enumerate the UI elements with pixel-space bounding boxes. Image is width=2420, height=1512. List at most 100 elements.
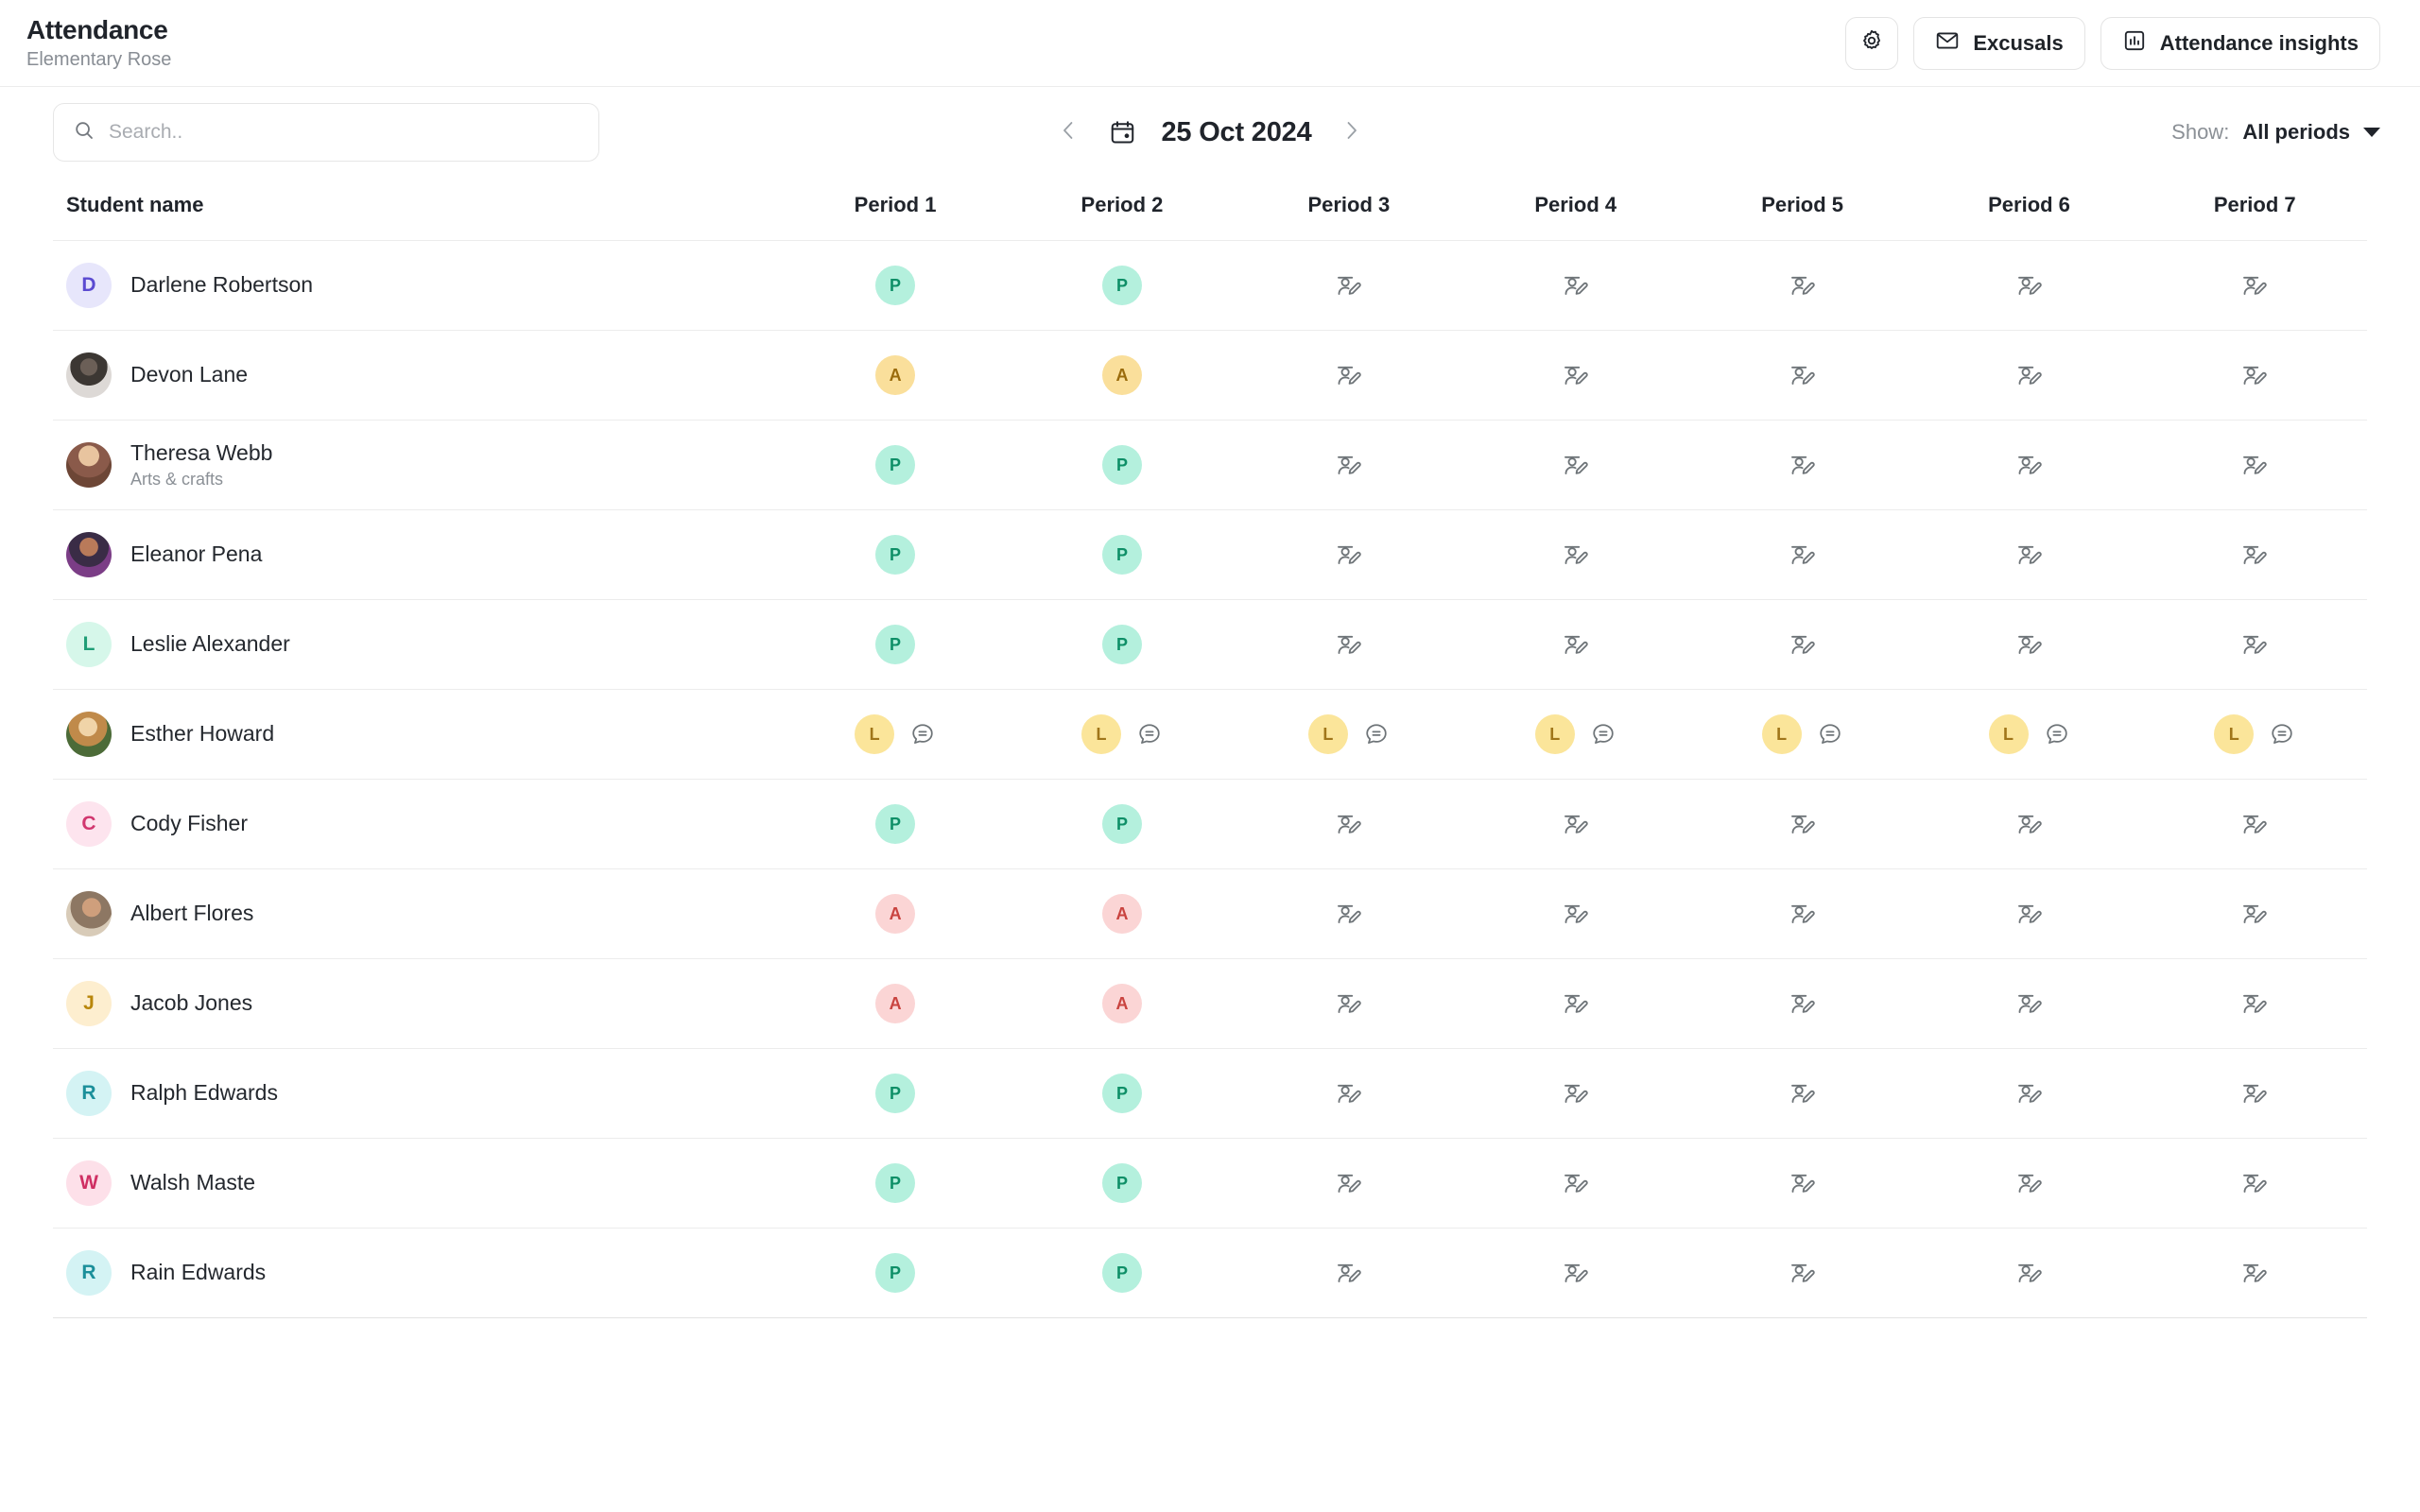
table-row[interactable]: Theresa WebbArts & craftsPP bbox=[53, 421, 2367, 510]
attendance-cell-period-3[interactable]: L bbox=[1236, 690, 1462, 780]
table-row[interactable]: CCody FisherPP bbox=[53, 780, 2367, 869]
attendance-cell-period-2[interactable]: P bbox=[1009, 241, 1236, 331]
student-edit-icon[interactable] bbox=[1335, 451, 1363, 479]
attendance-cell-period-4[interactable] bbox=[1462, 1049, 1689, 1139]
table-row[interactable]: Eleanor PenaPP bbox=[53, 510, 2367, 600]
attendance-cell-period-5[interactable] bbox=[1689, 1139, 1916, 1228]
attendance-cell-period-1[interactable]: P bbox=[782, 1049, 1009, 1139]
student-edit-icon[interactable] bbox=[2240, 900, 2269, 928]
student-edit-icon[interactable] bbox=[1562, 271, 1590, 300]
comment-icon[interactable] bbox=[1817, 721, 1843, 747]
student-edit-icon[interactable] bbox=[1789, 630, 1817, 659]
student-edit-icon[interactable] bbox=[1335, 1259, 1363, 1287]
attendance-cell-period-3[interactable] bbox=[1236, 600, 1462, 690]
student-edit-icon[interactable] bbox=[1789, 451, 1817, 479]
attendance-cell-period-4[interactable] bbox=[1462, 510, 1689, 600]
status-badge[interactable]: P bbox=[875, 1253, 915, 1293]
current-date[interactable]: 25 Oct 2024 bbox=[1161, 117, 1311, 148]
attendance-cell-period-3[interactable] bbox=[1236, 869, 1462, 959]
attendance-cell-period-7[interactable] bbox=[2142, 241, 2367, 331]
attendance-cell-period-6[interactable] bbox=[1916, 1228, 2143, 1318]
status-badge[interactable]: P bbox=[1102, 445, 1142, 485]
student-edit-icon[interactable] bbox=[1789, 1259, 1817, 1287]
comment-icon[interactable] bbox=[2269, 721, 2295, 747]
attendance-cell-period-7[interactable] bbox=[2142, 1139, 2367, 1228]
search-box[interactable] bbox=[53, 103, 599, 162]
attendance-cell-period-6[interactable] bbox=[1916, 600, 2143, 690]
student-cell[interactable]: RRalph Edwards bbox=[53, 1049, 782, 1139]
student-edit-icon[interactable] bbox=[1789, 810, 1817, 838]
student-edit-icon[interactable] bbox=[1789, 541, 1817, 569]
table-row[interactable]: JJacob JonesAA bbox=[53, 959, 2367, 1049]
student-edit-icon[interactable] bbox=[2240, 810, 2269, 838]
student-edit-icon[interactable] bbox=[1562, 361, 1590, 389]
attendance-cell-period-6[interactable]: L bbox=[1916, 690, 2143, 780]
attendance-cell-period-5[interactable] bbox=[1689, 869, 1916, 959]
table-row[interactable]: RRalph EdwardsPP bbox=[53, 1049, 2367, 1139]
student-edit-icon[interactable] bbox=[2015, 810, 2044, 838]
status-badge[interactable]: L bbox=[1308, 714, 1348, 754]
student-edit-icon[interactable] bbox=[1335, 900, 1363, 928]
student-edit-icon[interactable] bbox=[2015, 1169, 2044, 1197]
attendance-cell-period-5[interactable] bbox=[1689, 421, 1916, 510]
student-edit-icon[interactable] bbox=[1562, 1169, 1590, 1197]
period-filter-dropdown[interactable]: Show: All periods bbox=[2171, 120, 2380, 145]
comment-icon[interactable] bbox=[1363, 721, 1390, 747]
status-badge[interactable]: P bbox=[875, 266, 915, 305]
status-badge[interactable]: L bbox=[1762, 714, 1802, 754]
attendance-cell-period-2[interactable]: P bbox=[1009, 780, 1236, 869]
comment-icon[interactable] bbox=[1590, 721, 1616, 747]
table-row[interactable]: Albert FloresAA bbox=[53, 869, 2367, 959]
student-edit-icon[interactable] bbox=[2240, 989, 2269, 1018]
attendance-cell-period-7[interactable] bbox=[2142, 600, 2367, 690]
student-edit-icon[interactable] bbox=[1789, 989, 1817, 1018]
table-row[interactable]: DDarlene RobertsonPP bbox=[53, 241, 2367, 331]
attendance-cell-period-2[interactable]: P bbox=[1009, 510, 1236, 600]
attendance-cell-period-6[interactable] bbox=[1916, 959, 2143, 1049]
attendance-cell-period-1[interactable]: A bbox=[782, 959, 1009, 1049]
comment-icon[interactable] bbox=[2044, 721, 2070, 747]
previous-day-button[interactable] bbox=[1049, 111, 1087, 154]
student-cell[interactable]: RRain Edwards bbox=[53, 1228, 782, 1318]
attendance-cell-period-7[interactable]: L bbox=[2142, 690, 2367, 780]
status-badge[interactable]: P bbox=[1102, 1253, 1142, 1293]
status-badge[interactable]: P bbox=[875, 535, 915, 575]
status-badge[interactable]: P bbox=[1102, 804, 1142, 844]
student-edit-icon[interactable] bbox=[1562, 451, 1590, 479]
attendance-cell-period-7[interactable] bbox=[2142, 780, 2367, 869]
attendance-insights-button[interactable]: Attendance insights bbox=[2100, 17, 2380, 70]
status-badge[interactable]: A bbox=[875, 355, 915, 395]
student-edit-icon[interactable] bbox=[2240, 1169, 2269, 1197]
attendance-cell-period-6[interactable] bbox=[1916, 1049, 2143, 1139]
attendance-cell-period-6[interactable] bbox=[1916, 421, 2143, 510]
status-badge[interactable]: P bbox=[875, 804, 915, 844]
student-edit-icon[interactable] bbox=[2240, 271, 2269, 300]
attendance-cell-period-4[interactable] bbox=[1462, 1139, 1689, 1228]
attendance-cell-period-5[interactable] bbox=[1689, 241, 1916, 331]
attendance-cell-period-1[interactable]: A bbox=[782, 869, 1009, 959]
attendance-cell-period-5[interactable] bbox=[1689, 1228, 1916, 1318]
attendance-cell-period-1[interactable]: P bbox=[782, 1139, 1009, 1228]
student-cell[interactable]: Albert Flores bbox=[53, 869, 782, 959]
status-badge[interactable]: A bbox=[1102, 984, 1142, 1023]
attendance-cell-period-4[interactable]: L bbox=[1462, 690, 1689, 780]
attendance-cell-period-5[interactable] bbox=[1689, 1049, 1916, 1139]
student-edit-icon[interactable] bbox=[1789, 900, 1817, 928]
attendance-cell-period-7[interactable] bbox=[2142, 1049, 2367, 1139]
student-cell[interactable]: Devon Lane bbox=[53, 331, 782, 421]
attendance-cell-period-2[interactable]: P bbox=[1009, 1049, 1236, 1139]
attendance-cell-period-5[interactable] bbox=[1689, 600, 1916, 690]
status-badge[interactable]: P bbox=[1102, 535, 1142, 575]
status-badge[interactable]: A bbox=[1102, 894, 1142, 934]
student-edit-icon[interactable] bbox=[2015, 989, 2044, 1018]
attendance-cell-period-6[interactable] bbox=[1916, 780, 2143, 869]
student-cell[interactable]: WWalsh Maste bbox=[53, 1139, 782, 1228]
status-badge[interactable]: L bbox=[1081, 714, 1121, 754]
student-edit-icon[interactable] bbox=[2015, 451, 2044, 479]
attendance-cell-period-7[interactable] bbox=[2142, 331, 2367, 421]
table-row[interactable]: RRain Edwards P P bbox=[53, 1228, 2367, 1318]
attendance-cell-period-1[interactable]: P bbox=[782, 780, 1009, 869]
attendance-cell-period-5[interactable] bbox=[1689, 510, 1916, 600]
next-day-button[interactable] bbox=[1333, 111, 1371, 154]
attendance-cell-period-3[interactable] bbox=[1236, 331, 1462, 421]
